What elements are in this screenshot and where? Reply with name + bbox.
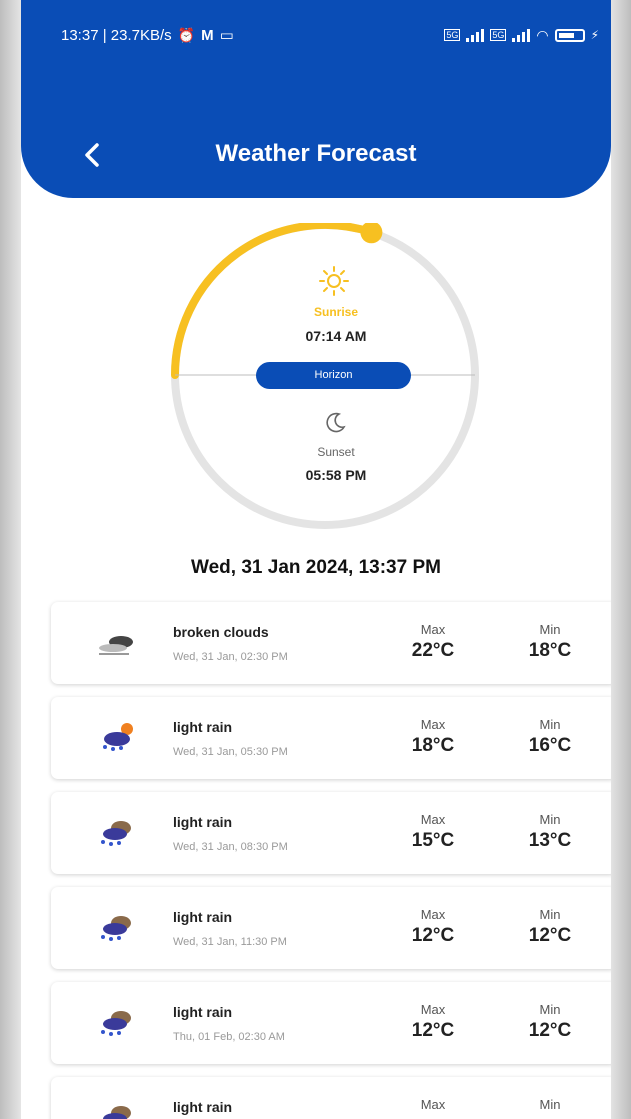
forecast-time: Thu, 01 Feb, 02:30 AM bbox=[173, 1031, 285, 1043]
signal-2-icon bbox=[512, 28, 531, 42]
sunset-time: 05:58 PM bbox=[305, 467, 367, 483]
min-temp: 13°C bbox=[528, 830, 572, 851]
message-icon: ▭ bbox=[219, 27, 234, 44]
status-bar: 13:37 | 23.7KB/s ⏰ M ▭ 5G 5G ◠ ⚡ bbox=[61, 22, 599, 48]
condition-text: broken clouds bbox=[173, 624, 269, 640]
alarm-icon: ⏰ bbox=[177, 26, 196, 43]
charging-icon: ⚡ bbox=[590, 28, 599, 42]
battery-icon bbox=[554, 28, 585, 42]
phone-screen: 13:37 | 23.7KB/s ⏰ M ▭ 5G 5G ◠ ⚡ Weather… bbox=[21, 0, 611, 1119]
condition-text: light rain bbox=[173, 1099, 233, 1115]
current-datetime: Wed, 31 Jan 2024, 13:37 PM bbox=[191, 557, 441, 578]
forecast-card[interactable]: light rain Max Min bbox=[51, 1077, 611, 1119]
max-temp: 12°C bbox=[411, 1020, 455, 1041]
forecast-card[interactable]: broken clouds Wed, 31 Jan, 02:30 PM Max … bbox=[51, 602, 611, 684]
light-rain-icon bbox=[101, 1011, 131, 1036]
sunrise-time: 07:14 AM bbox=[305, 328, 367, 344]
light-rain-icon bbox=[101, 916, 131, 941]
sun-position-dot bbox=[360, 223, 383, 244]
broken-clouds-icon bbox=[99, 636, 133, 655]
sun-progress-arc bbox=[171, 223, 376, 379]
max-label: Max bbox=[420, 907, 446, 922]
page-title: Weather Forecast bbox=[215, 140, 417, 167]
max-label: Max bbox=[420, 1002, 446, 1017]
sunrise-label: Sunrise bbox=[313, 305, 358, 319]
max-temp: 12°C bbox=[411, 925, 455, 946]
min-label: Min bbox=[539, 907, 561, 922]
min-label: Min bbox=[539, 717, 561, 732]
light-rain-icon bbox=[103, 1106, 131, 1119]
status-time-speed: 13:37 | 23.7KB/s bbox=[61, 26, 172, 44]
max-label: Max bbox=[420, 622, 446, 637]
max-temp: 15°C bbox=[411, 830, 455, 851]
max-temp: 18°C bbox=[411, 735, 455, 756]
sim2-icon: 5G bbox=[490, 29, 507, 41]
sun-icon bbox=[319, 266, 349, 296]
min-label: Min bbox=[539, 1002, 561, 1017]
min-label: Min bbox=[539, 622, 561, 637]
condition-text: light rain bbox=[173, 719, 233, 735]
forecast-card[interactable]: light rain Wed, 31 Jan, 05:30 PM Max 18°… bbox=[51, 697, 611, 779]
forecast-time: Wed, 31 Jan, 05:30 PM bbox=[173, 746, 288, 758]
min-temp: 16°C bbox=[528, 735, 572, 756]
max-label: Max bbox=[420, 812, 446, 827]
moon-icon bbox=[326, 412, 346, 433]
min-label: Min bbox=[539, 1097, 561, 1112]
wifi-icon: ◠ bbox=[536, 26, 549, 43]
max-temp: 22°C bbox=[411, 640, 455, 661]
condition-text: light rain bbox=[173, 909, 233, 925]
max-label: Max bbox=[420, 717, 446, 732]
condition-text: light rain bbox=[173, 814, 233, 830]
gmail-icon: M bbox=[201, 26, 214, 44]
min-temp: 18°C bbox=[528, 640, 572, 661]
sim1-icon: 5G bbox=[444, 29, 461, 41]
forecast-time: Wed, 31 Jan, 02:30 PM bbox=[173, 651, 288, 663]
forecast-card[interactable]: light rain Wed, 31 Jan, 11:30 PM Max 12°… bbox=[51, 887, 611, 969]
sunset-label: Sunset bbox=[317, 445, 355, 459]
forecast-time: Wed, 31 Jan, 11:30 PM bbox=[173, 936, 287, 948]
forecast-time: Wed, 31 Jan, 08:30 PM bbox=[173, 841, 288, 853]
min-temp: 12°C bbox=[528, 1020, 572, 1041]
min-temp: 12°C bbox=[528, 925, 572, 946]
max-label: Max bbox=[420, 1097, 446, 1112]
condition-text: light rain bbox=[173, 1004, 233, 1020]
forecast-card[interactable]: light rain Thu, 01 Feb, 02:30 AM Max 12°… bbox=[51, 982, 611, 1064]
light-rain-icon bbox=[101, 821, 131, 846]
app-bar: 13:37 | 23.7KB/s ⏰ M ▭ 5G 5G ◠ ⚡ Weather… bbox=[21, 0, 611, 198]
min-label: Min bbox=[539, 812, 561, 827]
light-rain-sun-icon bbox=[103, 723, 133, 751]
horizon-badge: Horizon bbox=[256, 362, 411, 389]
forecast-card[interactable]: light rain Wed, 31 Jan, 08:30 PM Max 15°… bbox=[51, 792, 611, 874]
signal-1-icon bbox=[466, 28, 485, 42]
